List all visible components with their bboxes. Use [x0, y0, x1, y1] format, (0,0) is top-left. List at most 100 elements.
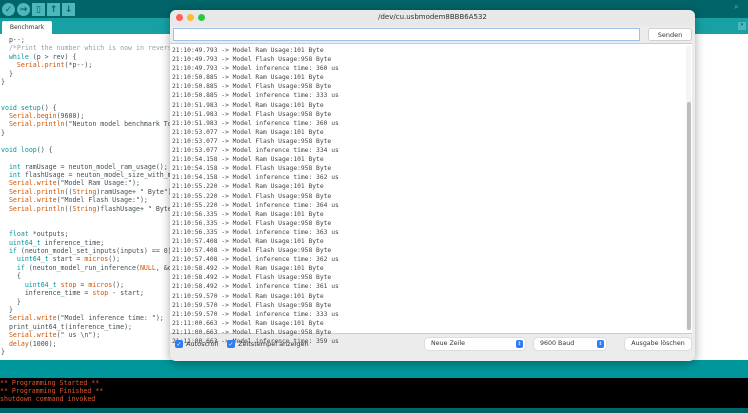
code-token: loop [20, 145, 37, 154]
upload-icon: → [19, 4, 28, 15]
serial-line: 21:10:58.492 -> Model inference time: 36… [172, 283, 339, 291]
window-title: /dev/cu.usbmodem8BBB6A532 [378, 13, 487, 21]
serial-line: 21:10:58.492 -> Model Flash Usage:958 By… [172, 274, 332, 282]
code-token: (neuton_model_set_inputs(inputs) == 0) { [16, 246, 180, 255]
code-token: p--; [1, 36, 25, 44]
serial-line: 21:10:59.570 -> Model Flash Usage:958 By… [172, 301, 332, 309]
serial-line: 21:10:59.570 -> Model inference time: 33… [172, 310, 339, 318]
code-token: ramUsage = neuton_model_ram_usage(); [20, 162, 168, 171]
console-line: ** Programming Started ** [0, 379, 100, 387]
code-token: setup [20, 103, 41, 112]
code-token: (9600); [56, 111, 85, 120]
serial-line: 21:10:50.885 -> Model inference time: 33… [172, 92, 339, 100]
open-button[interactable]: ↑ [47, 3, 60, 16]
code-token: { [1, 272, 21, 281]
code-token: print_uint64_t(inference_time); [1, 322, 133, 331]
clear-output-button[interactable]: Ausgabe löschen [625, 338, 691, 350]
chevron-updown-icon: ⇕ [516, 340, 523, 348]
code-token: void [1, 103, 17, 112]
code-token: *outputs; [28, 230, 69, 239]
line-ending-value: Neue Zeile [431, 340, 466, 347]
status-strip [0, 360, 748, 378]
serial-output: 21:10:49.793 -> Model Ram Usage:101 Byte… [170, 43, 692, 345]
autoscroll-label: Autoscroll [186, 340, 219, 348]
code-token: if [1, 246, 17, 255]
serial-line: 21:10:49.793 -> Model inference time: 36… [172, 65, 339, 73]
code-token: String [72, 187, 97, 196]
code-token: (neuton_model_run_inference( [24, 263, 140, 272]
serial-line: 21:10:57.408 -> Model Flash Usage:958 By… [172, 247, 332, 255]
serial-line: 21:10:51.983 -> Model inference time: 36… [172, 119, 339, 127]
autoscroll-checkbox[interactable]: ✓ Autoscroll [175, 340, 218, 348]
code-token: Serial.write [1, 314, 57, 323]
tab-menu-icon[interactable]: ▾ [738, 22, 746, 30]
code-token: Serial.write [1, 196, 57, 205]
serial-monitor-icon[interactable]: ⌕ [734, 2, 746, 14]
baud-value: 9600 Baud [540, 340, 575, 347]
code-token: micros [84, 255, 109, 264]
code-token: inference_time = [1, 289, 93, 298]
code-token: - start; [108, 289, 144, 298]
code-token: Serial.begin [1, 111, 57, 120]
serial-line: 21:10:56.335 -> Model Ram Usage:101 Byte [172, 210, 324, 218]
code-token: int [1, 162, 21, 171]
new-button[interactable]: ▯ [32, 3, 45, 16]
serial-line: 21:10:51.983 -> Model Ram Usage:101 Byte [172, 101, 324, 109]
chevron-updown-icon: ⇕ [597, 340, 604, 348]
serial-line: 21:10:53.077 -> Model Ram Usage:101 Byte [172, 128, 324, 136]
serial-line: 21:10:54.158 -> Model Flash Usage:958 By… [172, 165, 332, 173]
tab-benchmark[interactable]: Benchmark [2, 21, 52, 34]
bottom-bar [0, 408, 748, 413]
serial-line: 21:10:57.408 -> Model Ram Usage:101 Byte [172, 237, 324, 245]
code-token: void [1, 145, 17, 154]
save-button[interactable]: ↓ [62, 3, 75, 16]
checkbox-checked-icon: ✓ [227, 340, 235, 348]
code-token: ("Model Flash Usage:"); [56, 196, 148, 205]
console-output: ** Programming Started ** ** Programming … [0, 378, 748, 408]
serial-line: 21:10:53.077 -> Model Flash Usage:958 By… [172, 137, 332, 145]
code-token: float [1, 230, 29, 239]
baud-select[interactable]: 9600 Baud ⇕ [534, 338, 606, 350]
serial-line: 21:10:57.408 -> Model inference time: 36… [172, 256, 339, 264]
serial-line: 21:10:53.077 -> Model inference time: 33… [172, 147, 339, 155]
code-token: (); [112, 280, 125, 289]
serial-line: 21:10:49.793 -> Model Flash Usage:958 By… [172, 56, 332, 64]
code-token: )ramUsage+ " Byte"); [96, 187, 176, 196]
code-token: Serial.write [1, 331, 57, 340]
timestamp-label: Zeitstempel anzeigen [238, 340, 309, 348]
serial-line: 21:10:50.885 -> Model Ram Usage:101 Byte [172, 74, 324, 82]
code-token: ("Model Ram Usage:"); [56, 179, 140, 188]
serial-line: 21:10:50.885 -> Model Flash Usage:958 By… [172, 83, 332, 91]
title-bar[interactable]: /dev/cu.usbmodem8BBB6A532 [170, 10, 695, 26]
code-token: uint64_t [1, 238, 41, 247]
code-token: (p > rev) { [28, 52, 77, 61]
scrollbar-thumb[interactable] [687, 102, 691, 330]
serial-line: 21:10:51.983 -> Model Flash Usage:958 By… [172, 110, 332, 118]
checkbox-checked-icon: ✓ [175, 340, 183, 348]
send-button[interactable]: Senden [648, 28, 692, 41]
line-ending-select[interactable]: Neue Zeile ⇕ [425, 338, 525, 350]
serial-line: 21:11:00.663 -> Model Ram Usage:101 Byte [172, 319, 324, 327]
console-line: ** Programming Finished ** [0, 387, 104, 396]
serial-line: 21:10:54.158 -> Model Ram Usage:101 Byte [172, 156, 324, 164]
new-icon: ▯ [36, 4, 41, 15]
code-token: inference_time; [40, 238, 105, 247]
serial-line: 21:10:55.220 -> Model Ram Usage:101 Byte [172, 183, 324, 191]
code-token: int [1, 171, 21, 179]
upload-button[interactable]: → [17, 3, 30, 16]
code-token: (" us \n"); [56, 331, 101, 340]
serial-line: 21:10:56.335 -> Model inference time: 36… [172, 228, 339, 236]
code-token: } [1, 78, 5, 87]
serial-line: 21:10:55.220 -> Model inference time: 36… [172, 201, 339, 209]
code-token: } [1, 348, 5, 357]
code-token: Serial.println [1, 204, 65, 213]
verify-button[interactable]: ✓ [2, 3, 15, 16]
timestamp-checkbox[interactable]: ✓ Zeitstempel anzeigen [227, 340, 309, 348]
send-input[interactable] [173, 28, 640, 41]
code-token: stop [92, 289, 109, 298]
code-token: stop [60, 280, 77, 289]
serial-line: 21:10:54.158 -> Model inference time: 36… [172, 174, 339, 182]
serial-line: 21:10:59.570 -> Model Ram Usage:101 Byte [172, 292, 324, 300]
code-token: (); [108, 255, 121, 264]
serial-line: 21:10:58.492 -> Model Ram Usage:101 Byte [172, 265, 324, 273]
